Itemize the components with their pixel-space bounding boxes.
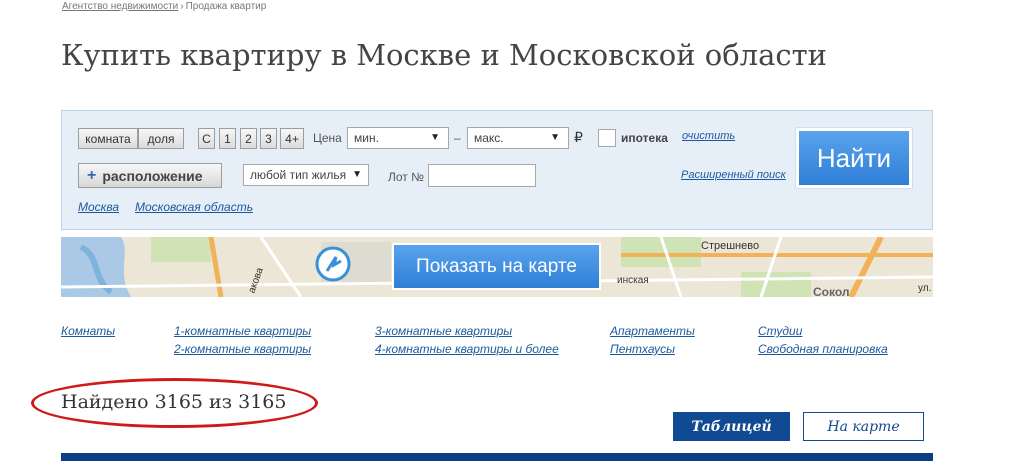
map-label-ul: ул.: [918, 283, 932, 294]
category-free-layout-link[interactable]: Свободная планировка: [758, 342, 888, 356]
category-penthouses-link[interactable]: Пентхаусы: [610, 342, 675, 356]
price-max-value: макс.: [474, 131, 504, 145]
mortgage-checkbox[interactable]: [598, 129, 616, 147]
advanced-search-link[interactable]: Расширенный поиск: [681, 169, 786, 181]
housing-type-select[interactable]: любой тип жилья ▼: [243, 164, 369, 186]
results-table-header: [61, 453, 933, 461]
room-count-2-button[interactable]: 2: [240, 128, 257, 149]
chevron-down-icon: ▼: [550, 132, 560, 143]
breadcrumb-current: Продажа квартир: [185, 1, 267, 12]
category-studios-link[interactable]: Студии: [758, 324, 802, 338]
category-apartments-link[interactable]: Апартаменты: [610, 324, 695, 338]
map-label-sokol: Сокол: [813, 285, 850, 297]
room-count-1-button[interactable]: 1: [219, 128, 236, 149]
tab-table-view[interactable]: Таблицей: [673, 412, 790, 441]
price-label: Цена: [313, 131, 342, 145]
tab-map-view[interactable]: На карте: [803, 412, 924, 441]
plus-icon: +: [87, 166, 97, 184]
lot-number-input[interactable]: [428, 164, 536, 187]
lot-label: Лот №: [388, 170, 424, 184]
highlight-oval: [31, 378, 318, 428]
currency-icon: ₽: [574, 129, 583, 145]
category-4room-link[interactable]: 4-комнатные квартиры и более: [375, 342, 559, 356]
clear-link[interactable]: очистить: [682, 130, 735, 142]
room-count-3-button[interactable]: 3: [260, 128, 277, 149]
category-1room-link[interactable]: 1-комнатные квартиры: [174, 324, 311, 338]
price-max-select[interactable]: макс. ▼: [467, 127, 569, 149]
room-count-studio-button[interactable]: С: [198, 128, 215, 149]
location-button-label: расположение: [102, 167, 203, 184]
page-title: Купить квартиру в Москве и Московской об…: [61, 38, 827, 72]
price-min-value: мин.: [354, 131, 379, 145]
map-label-streshnevo: Стрешнево: [701, 240, 760, 252]
region-oblast-link[interactable]: Московская область: [135, 200, 253, 214]
price-dash: –: [454, 131, 461, 145]
map-label-station: инская: [617, 275, 649, 286]
housing-type-value: любой тип жилья: [250, 168, 347, 182]
breadcrumb-separator: ›: [180, 1, 184, 12]
room-count-4plus-button[interactable]: 4+: [280, 128, 304, 149]
region-moscow-link[interactable]: Москва: [78, 200, 119, 214]
location-button[interactable]: + расположение: [78, 163, 222, 188]
breadcrumb-home-link[interactable]: Агентство недвижимости: [62, 1, 178, 12]
category-rooms-link[interactable]: Комнаты: [61, 324, 115, 338]
category-3room-link[interactable]: 3-комнатные квартиры: [375, 324, 512, 338]
category-2room-link[interactable]: 2-комнатные квартиры: [174, 342, 311, 356]
breadcrumb: Агентство недвижимости › Продажа квартир: [62, 1, 266, 12]
room-type-button[interactable]: комната: [78, 128, 138, 149]
share-type-button[interactable]: доля: [138, 128, 184, 149]
price-min-select[interactable]: мин. ▼: [347, 127, 449, 149]
find-button[interactable]: Найти: [796, 128, 912, 188]
chevron-down-icon: ▼: [430, 132, 440, 143]
show-on-map-button[interactable]: Показать на карте: [392, 243, 601, 290]
mortgage-label: ипотека: [621, 131, 668, 145]
chevron-down-icon: ▼: [352, 169, 362, 180]
